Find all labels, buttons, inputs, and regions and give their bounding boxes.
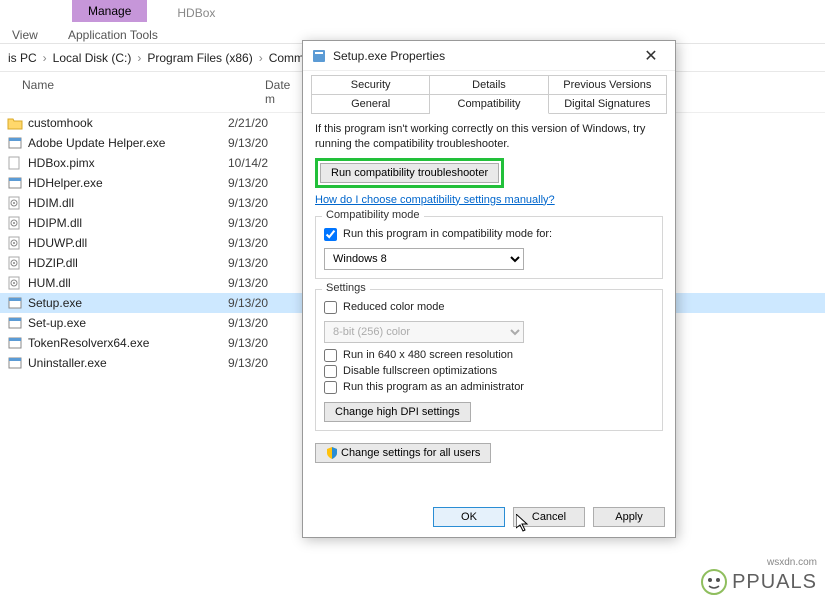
file-icon: [6, 195, 24, 211]
file-date: 2/21/20: [228, 116, 268, 130]
file-date: 9/13/20: [228, 256, 268, 270]
col-name[interactable]: Name: [0, 72, 225, 112]
run-640-checkbox[interactable]: [324, 349, 337, 362]
file-icon: [6, 235, 24, 251]
tab-security[interactable]: Security: [311, 75, 430, 94]
file-name: customhook: [28, 116, 228, 130]
settings-legend: Settings: [322, 282, 370, 294]
file-icon: [6, 295, 24, 311]
compat-mode-label: Run this program in compatibility mode f…: [343, 228, 552, 240]
run-640-label: Run in 640 x 480 screen resolution: [343, 349, 513, 361]
crumb-2[interactable]: Program Files (x86): [147, 51, 252, 65]
file-date: 9/13/20: [228, 316, 268, 330]
tab-previous-versions[interactable]: Previous Versions: [549, 75, 667, 94]
file-name: Adobe Update Helper.exe: [28, 136, 228, 150]
chevron-right-icon: ›: [43, 51, 47, 65]
change-dpi-button[interactable]: Change high DPI settings: [324, 402, 471, 422]
run-compat-troubleshooter-button[interactable]: Run compatibility troubleshooter: [320, 163, 499, 183]
close-button[interactable]: ✕: [635, 46, 667, 66]
watermark-url: wsxdn.com: [767, 557, 817, 568]
file-icon: [6, 315, 24, 331]
file-icon: [6, 155, 24, 171]
highlight-annotation: Run compatibility troubleshooter: [315, 158, 504, 188]
col-date[interactable]: Date m: [225, 72, 305, 112]
file-icon: [6, 335, 24, 351]
compat-mode-checkbox[interactable]: [324, 228, 337, 241]
watermark-logo-icon: [700, 568, 728, 596]
tab-compatibility[interactable]: Compatibility: [430, 94, 548, 114]
watermark-text: PPUALS: [732, 571, 817, 594]
file-name: HDHelper.exe: [28, 176, 228, 190]
file-name: HDBox.pimx: [28, 156, 228, 170]
file-name: HUM.dll: [28, 276, 228, 290]
file-date: 9/13/20: [228, 136, 268, 150]
file-date: 10/14/2: [228, 156, 268, 170]
dialog-footer: OK Cancel Apply: [433, 507, 665, 527]
settings-group: Settings Reduced color mode 8-bit (256) …: [315, 289, 663, 431]
window-title: HDBox: [147, 0, 227, 22]
file-name: HDIM.dll: [28, 196, 228, 210]
crumb-0[interactable]: is PC: [8, 51, 37, 65]
compat-mode-select[interactable]: Windows 8: [324, 248, 524, 270]
disable-fullscreen-label: Disable fullscreen optimizations: [343, 365, 497, 377]
ribbon: Manage HDBox View Application Tools: [0, 0, 825, 44]
file-name: TokenResolverx64.exe: [28, 336, 228, 350]
ribbon-tab-app-tools[interactable]: Application Tools: [56, 22, 170, 44]
file-date: 9/13/20: [228, 296, 268, 310]
file-name: HDIPM.dll: [28, 216, 228, 230]
compat-mode-legend: Compatibility mode: [322, 209, 424, 221]
change-all-users-button[interactable]: Change settings for all users: [315, 443, 491, 463]
file-icon: [6, 115, 24, 131]
dialog-title: Setup.exe Properties: [333, 49, 635, 63]
file-name: HDUWP.dll: [28, 236, 228, 250]
chevron-right-icon: ›: [137, 51, 141, 65]
reduced-color-label: Reduced color mode: [343, 301, 445, 313]
file-icon: [6, 255, 24, 271]
file-icon: [6, 355, 24, 371]
crumb-1[interactable]: Local Disk (C:): [53, 51, 132, 65]
tab-digital-signatures[interactable]: Digital Signatures: [549, 94, 667, 113]
dialog-titlebar[interactable]: Setup.exe Properties ✕: [303, 41, 675, 71]
run-admin-checkbox[interactable]: [324, 381, 337, 394]
reduced-color-checkbox[interactable]: [324, 301, 337, 314]
file-icon: [6, 215, 24, 231]
apply-button[interactable]: Apply: [593, 507, 665, 527]
tab-details[interactable]: Details: [430, 75, 548, 94]
color-depth-select: 8-bit (256) color: [324, 321, 524, 343]
file-icon: [6, 175, 24, 191]
file-date: 9/13/20: [228, 356, 268, 370]
file-date: 9/13/20: [228, 196, 268, 210]
properties-dialog: Setup.exe Properties ✕ Security Details …: [302, 40, 676, 538]
tabs: Security Details Previous Versions Gener…: [303, 71, 675, 114]
intro-text: If this program isn't working correctly …: [315, 122, 663, 152]
shield-icon: [326, 447, 338, 459]
app-icon: [311, 48, 327, 64]
file-icon: [6, 275, 24, 291]
ribbon-tab-manage[interactable]: Manage: [72, 0, 147, 22]
chevron-right-icon: ›: [259, 51, 263, 65]
compat-help-link[interactable]: How do I choose compatibility settings m…: [315, 194, 555, 206]
file-date: 9/13/20: [228, 236, 268, 250]
file-name: Set-up.exe: [28, 316, 228, 330]
disable-fullscreen-checkbox[interactable]: [324, 365, 337, 378]
watermark: PPUALS: [700, 568, 817, 596]
file-name: Uninstaller.exe: [28, 356, 228, 370]
file-date: 9/13/20: [228, 176, 268, 190]
compat-mode-group: Compatibility mode Run this program in c…: [315, 216, 663, 279]
file-icon: [6, 135, 24, 151]
dialog-body: If this program isn't working correctly …: [303, 114, 675, 471]
file-name: Setup.exe: [28, 296, 228, 310]
tab-general[interactable]: General: [311, 94, 430, 113]
ok-button[interactable]: OK: [433, 507, 505, 527]
file-date: 9/13/20: [228, 276, 268, 290]
file-date: 9/13/20: [228, 216, 268, 230]
ribbon-tab-view[interactable]: View: [0, 22, 56, 44]
file-date: 9/13/20: [228, 336, 268, 350]
file-name: HDZIP.dll: [28, 256, 228, 270]
cancel-button[interactable]: Cancel: [513, 507, 585, 527]
run-admin-label: Run this program as an administrator: [343, 381, 524, 393]
